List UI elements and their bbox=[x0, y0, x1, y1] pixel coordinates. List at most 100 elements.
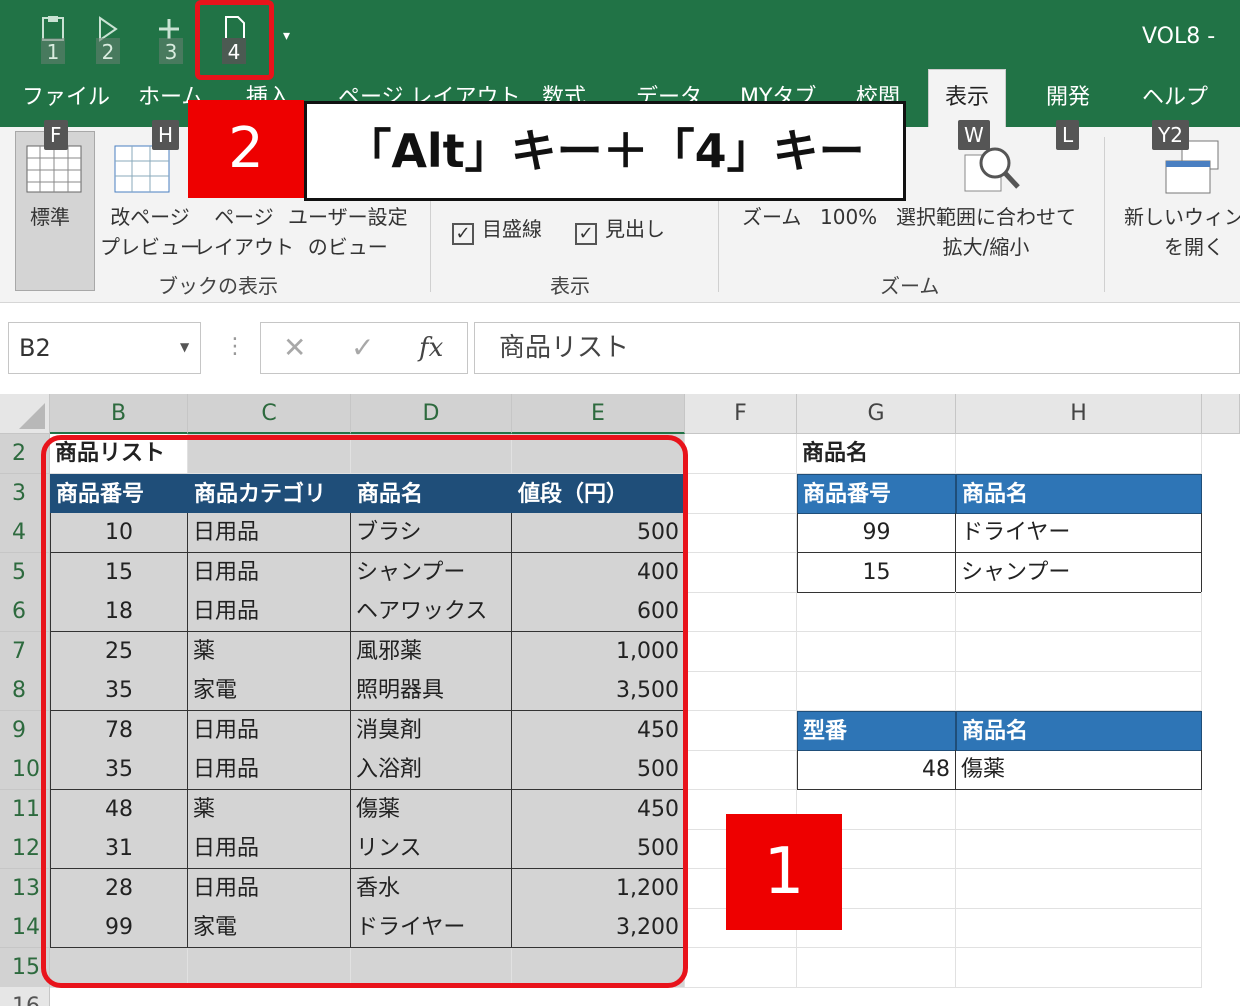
table-cell-price[interactable]: 3,500 bbox=[512, 671, 685, 711]
table-header[interactable]: 値段（円） bbox=[512, 473, 685, 514]
table-cell-price[interactable]: 1,200 bbox=[512, 868, 685, 909]
grid-cell[interactable] bbox=[797, 671, 956, 711]
row-header[interactable]: 5 bbox=[0, 552, 50, 593]
zoom-to-selection-button[interactable]: 選択範囲に合わせて 拡大/縮小 bbox=[896, 202, 1076, 262]
grid-cell[interactable] bbox=[351, 947, 512, 988]
table-cell-category[interactable]: 日用品 bbox=[188, 592, 351, 632]
grid-cell[interactable] bbox=[797, 592, 956, 632]
column-header-e[interactable]: E bbox=[512, 394, 685, 434]
column-header-g[interactable]: G bbox=[797, 394, 956, 434]
drag-handle-icon[interactable]: ⋮ bbox=[224, 334, 246, 359]
lookup-header[interactable]: 商品名 bbox=[956, 473, 1202, 514]
table-cell-category[interactable]: 日用品 bbox=[188, 829, 351, 869]
table-cell-price[interactable]: 450 bbox=[512, 710, 685, 751]
column-header-c[interactable]: C bbox=[188, 394, 351, 434]
page-break-preview-button[interactable]: 改ページ プレビュー bbox=[100, 202, 200, 262]
grid-cell[interactable] bbox=[956, 868, 1202, 909]
table-cell-product-id[interactable]: 18 bbox=[50, 592, 188, 632]
column-header-d[interactable]: D bbox=[351, 394, 512, 434]
row-header[interactable]: 14 bbox=[0, 908, 50, 948]
column-header-i[interactable] bbox=[1202, 394, 1240, 434]
table-cell-category[interactable]: 日用品 bbox=[188, 868, 351, 909]
table-cell-product-name[interactable]: 風邪薬 bbox=[351, 631, 512, 672]
grid-cell[interactable] bbox=[956, 908, 1202, 948]
table-cell-product-id[interactable]: 10 bbox=[50, 513, 188, 553]
qat-run-button[interactable]: 2 bbox=[88, 14, 128, 70]
table-cell-price[interactable]: 500 bbox=[512, 513, 685, 553]
gridlines-checkbox[interactable]: ✓ 目盛線 bbox=[452, 214, 542, 245]
tab-view[interactable]: 表示 bbox=[928, 69, 1007, 127]
lookup2-header[interactable]: 商品名 bbox=[956, 710, 1202, 751]
grid-cell[interactable] bbox=[512, 434, 685, 474]
zoom-button[interactable]: ズーム bbox=[742, 202, 801, 232]
table-cell-product-id[interactable]: 28 bbox=[50, 868, 188, 909]
grid-cell[interactable] bbox=[685, 434, 797, 474]
grid-cell[interactable] bbox=[685, 552, 797, 593]
grid-cell[interactable] bbox=[685, 592, 797, 632]
table-cell-product-name[interactable]: 消臭剤 bbox=[351, 710, 512, 751]
table-cell-category[interactable]: 薬 bbox=[188, 789, 351, 830]
table-cell-price[interactable]: 450 bbox=[512, 789, 685, 830]
table-cell-product-name[interactable]: 照明器具 bbox=[351, 671, 512, 711]
lookup-cell-product-id[interactable]: 15 bbox=[797, 552, 956, 593]
grid-cell[interactable] bbox=[685, 671, 797, 711]
table-cell-product-id[interactable]: 31 bbox=[50, 829, 188, 869]
table-cell-product-name[interactable]: 傷薬 bbox=[351, 789, 512, 830]
table-cell-product-id[interactable]: 48 bbox=[50, 789, 188, 830]
grid-cell[interactable] bbox=[956, 434, 1202, 474]
grid-cell[interactable] bbox=[685, 750, 797, 790]
table-cell-category[interactable]: 薬 bbox=[188, 631, 351, 672]
grid-cell[interactable] bbox=[685, 631, 797, 672]
table-cell-product-id[interactable]: 25 bbox=[50, 631, 188, 672]
grid-cell[interactable] bbox=[956, 947, 1202, 988]
worksheet-grid[interactable]: B C D E F G H 2345678910111213141516商品リス… bbox=[0, 394, 1240, 1006]
grid-cell[interactable] bbox=[685, 473, 797, 514]
table-cell-product-name[interactable]: リンス bbox=[351, 829, 512, 869]
grid-cell[interactable] bbox=[956, 592, 1202, 632]
grid-cell[interactable] bbox=[685, 710, 797, 751]
table-cell-category[interactable]: 家電 bbox=[188, 908, 351, 948]
lookup2-cell-product-name[interactable]: 傷薬 bbox=[956, 750, 1202, 790]
qat-customize-dropdown-icon[interactable]: ▾ bbox=[283, 28, 290, 44]
row-header[interactable]: 11 bbox=[0, 789, 50, 830]
custom-views-button[interactable]: ユーザー設定 のビュー bbox=[288, 202, 408, 262]
table-cell-product-id[interactable]: 78 bbox=[50, 710, 188, 751]
page-layout-button[interactable]: ページ レイアウト bbox=[194, 202, 294, 262]
table-cell-product-id[interactable]: 15 bbox=[50, 552, 188, 593]
lookup-header[interactable]: 商品番号 bbox=[797, 473, 956, 514]
zoom-100-button[interactable]: 100% bbox=[820, 202, 877, 232]
grid-cell[interactable] bbox=[797, 631, 956, 672]
row-header[interactable]: 10 bbox=[0, 750, 50, 790]
grid-cell[interactable] bbox=[956, 789, 1202, 830]
cancel-icon[interactable]: ✕ bbox=[283, 331, 306, 364]
grid-cell[interactable] bbox=[797, 947, 956, 988]
grid-cell[interactable] bbox=[188, 434, 351, 474]
column-header-h[interactable]: H bbox=[956, 394, 1202, 434]
headings-checkbox[interactable]: ✓ 見出し bbox=[575, 214, 665, 245]
table-cell-product-name[interactable]: シャンプー bbox=[351, 552, 512, 593]
grid-cell[interactable] bbox=[956, 631, 1202, 672]
grid-cell[interactable] bbox=[685, 947, 797, 988]
grid-cell[interactable] bbox=[685, 513, 797, 553]
table-cell-product-name[interactable]: ドライヤー bbox=[351, 908, 512, 948]
table-cell-category[interactable]: 日用品 bbox=[188, 710, 351, 751]
grid-cell[interactable] bbox=[956, 829, 1202, 869]
qat-save-button[interactable]: 1 bbox=[33, 14, 73, 70]
table-cell-product-name[interactable]: 香水 bbox=[351, 868, 512, 909]
row-header[interactable]: 8 bbox=[0, 671, 50, 711]
name-box-dropdown-icon[interactable]: ▼ bbox=[180, 340, 189, 354]
table-cell-price[interactable]: 600 bbox=[512, 592, 685, 632]
table-cell-price[interactable]: 500 bbox=[512, 829, 685, 869]
column-header-f[interactable]: F bbox=[685, 394, 797, 434]
table-cell-price[interactable]: 1,000 bbox=[512, 631, 685, 672]
row-header[interactable]: 13 bbox=[0, 868, 50, 909]
row-header[interactable]: 4 bbox=[0, 513, 50, 553]
table-header[interactable]: 商品名 bbox=[351, 473, 512, 514]
column-header-b[interactable]: B bbox=[50, 394, 188, 434]
formula-input[interactable]: 商品リスト bbox=[474, 322, 1240, 374]
table-cell-price[interactable]: 3,200 bbox=[512, 908, 685, 948]
table-cell-price[interactable]: 500 bbox=[512, 750, 685, 790]
table-title[interactable]: 商品リスト bbox=[50, 434, 188, 474]
grid-cell[interactable] bbox=[50, 947, 188, 988]
grid-cell[interactable] bbox=[188, 947, 351, 988]
